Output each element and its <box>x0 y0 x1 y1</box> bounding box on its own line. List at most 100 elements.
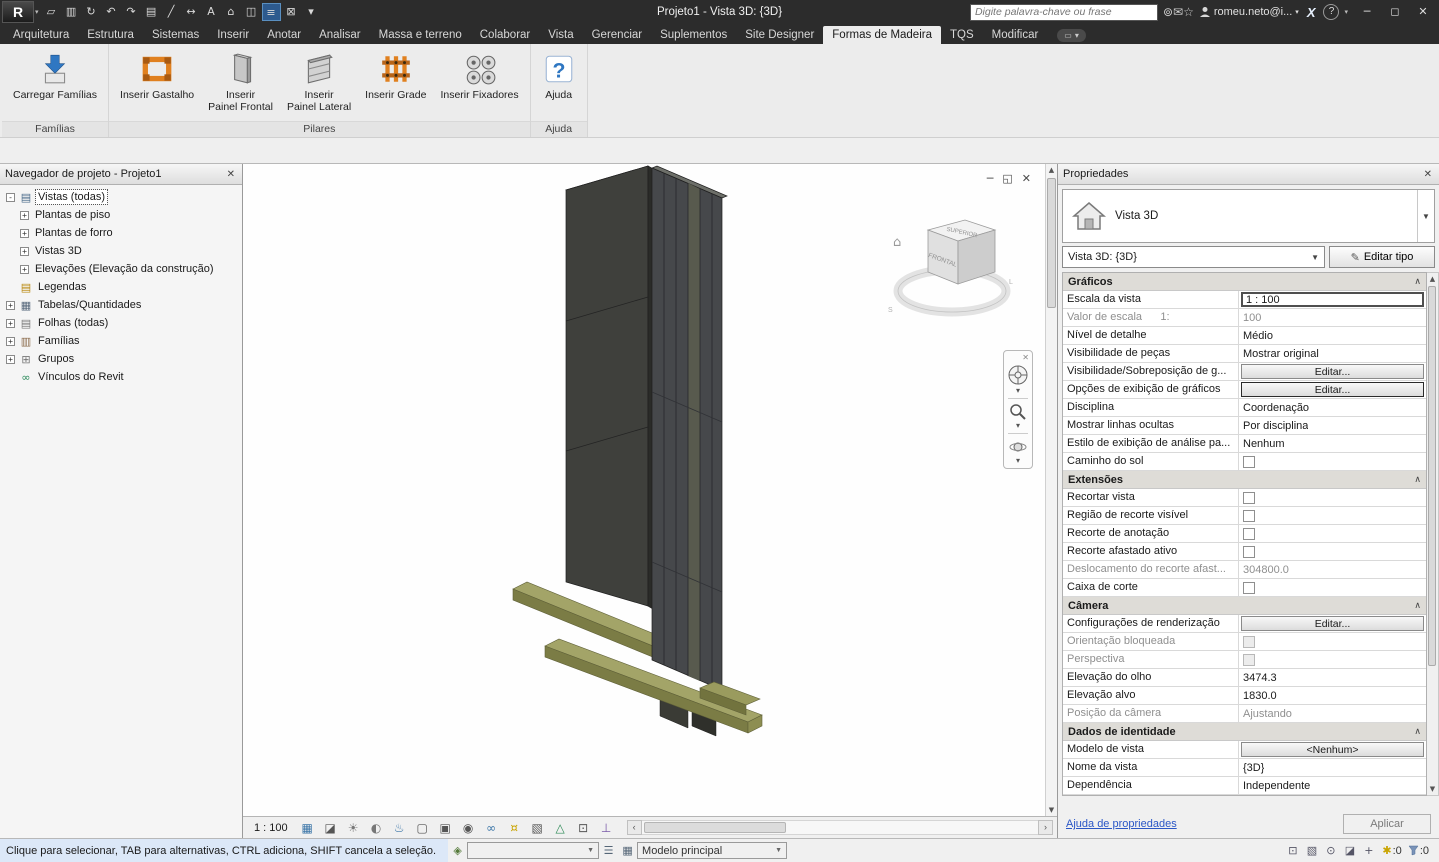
wheel-dropdown-icon[interactable]: ▾ <box>1016 387 1020 395</box>
filter-count-badge[interactable]: :0 <box>1408 845 1429 857</box>
design-options-icon[interactable]: ▦ <box>618 844 637 857</box>
close-icon[interactable]: ✕ <box>1422 169 1434 180</box>
aligned-dimension-icon[interactable]: ↔ <box>182 3 201 21</box>
help-icon[interactable]: ? <box>1323 4 1340 20</box>
shadows-icon[interactable]: ◐ <box>366 819 387 837</box>
selection-count-badge[interactable]: ✱ :0 <box>1382 844 1401 857</box>
checkbox[interactable] <box>1243 581 1255 594</box>
ribbon-tab-formas-de-madeira[interactable]: Formas de Madeira <box>823 26 941 44</box>
select-underlay-elements-icon[interactable]: ▧ <box>1302 844 1321 857</box>
favorites-icon[interactable]: ☆ <box>1183 5 1194 19</box>
design-options-combo[interactable]: Modelo principal ▼ <box>637 842 788 859</box>
section-header[interactable]: Dados de identidade ∧ <box>1063 723 1426 741</box>
tree-expander-icon[interactable]: + <box>20 246 29 256</box>
type-selector[interactable]: Vista 3D ▼ <box>1062 189 1435 243</box>
visual-style-icon[interactable]: ◪ <box>320 819 341 837</box>
view-close-button[interactable]: ✕ <box>1022 172 1031 185</box>
revit-logo[interactable]: R <box>2 1 34 23</box>
redo-icon[interactable]: ↷ <box>122 3 141 21</box>
value-text[interactable]: Coordenação <box>1241 402 1309 414</box>
show-rendering-dialog-icon[interactable]: ♨ <box>389 819 410 837</box>
checkbox[interactable] <box>1243 509 1255 522</box>
tree-expander-icon[interactable]: + <box>6 318 15 328</box>
inserir-painel-lateral-button[interactable]: Inserir Painel Lateral <box>281 46 357 116</box>
ajuda-button[interactable]: ? Ajuda <box>536 46 582 104</box>
edit-type-button[interactable]: ✎ Editar tipo <box>1329 246 1435 268</box>
tree-item[interactable]: + ▤ Folhas (todas) <box>0 314 242 332</box>
zoom-dropdown-icon[interactable]: ▾ <box>1016 422 1020 430</box>
tree-expander-icon[interactable]: - <box>6 192 15 202</box>
ribbon-tab-estrutura[interactable]: Estrutura <box>78 26 143 44</box>
view-minimize-button[interactable]: ─ <box>987 172 994 185</box>
scrollbar-thumb[interactable] <box>643 822 787 833</box>
scroll-right-icon[interactable]: › <box>1038 820 1053 835</box>
help-dropdown-icon[interactable]: ▾ <box>1344 8 1348 16</box>
crop-view-icon[interactable]: ▢ <box>412 819 433 837</box>
reveal-hidden-elements-icon[interactable]: ¤ <box>504 819 525 837</box>
worksets-icon[interactable]: ◈ <box>448 844 467 857</box>
value-text[interactable]: 3474.3 <box>1241 672 1277 684</box>
edit-button[interactable]: Editar... <box>1241 364 1424 379</box>
value-dropdown[interactable]: 1 : 100 <box>1241 292 1424 307</box>
properties-help-link[interactable]: Ajuda de propriedades <box>1066 818 1177 830</box>
view-canvas[interactable]: ⌂ S L SUPERIOR FRONTAL ─ ◱ ✕ ✕ ▾ ▾ ▾ ▲ ▼ <box>243 164 1057 816</box>
section-header[interactable]: Gráficos ∧ <box>1063 273 1426 291</box>
scrollbar-thumb[interactable] <box>1428 286 1436 666</box>
viewcube-home-icon[interactable]: ⌂ <box>893 235 901 250</box>
orbit-icon[interactable] <box>1009 438 1027 456</box>
communication-center-icon[interactable]: ✉ <box>1173 5 1183 19</box>
tree-item[interactable]: + Vistas 3D <box>0 242 242 260</box>
value-text[interactable]: 1830.0 <box>1241 690 1277 702</box>
ribbon-tab-analisar[interactable]: Analisar <box>310 26 370 44</box>
ribbon-tab-site-designer[interactable]: Site Designer <box>736 26 823 44</box>
worksets-combo[interactable]: ▼ <box>467 842 600 859</box>
carregar-familias-button[interactable]: Carregar Famílias <box>7 46 103 104</box>
ribbon-tab-inserir[interactable]: Inserir <box>208 26 258 44</box>
project-browser-header[interactable]: Navegador de projeto - Projeto1 ✕ <box>0 164 242 185</box>
value-text[interactable]: Mostrar original <box>1241 348 1319 360</box>
tree-item[interactable]: ∞ Vínculos do Revit <box>0 368 242 386</box>
sun-path-icon[interactable]: ☀ <box>343 819 364 837</box>
apply-button[interactable]: Aplicar <box>1343 814 1431 834</box>
tree-item[interactable]: + Elevações (Elevação da construção) <box>0 260 242 278</box>
close-icon[interactable]: ✕ <box>225 169 237 180</box>
navbar-close-icon[interactable]: ✕ <box>1022 353 1029 362</box>
scroll-up-icon[interactable]: ▲ <box>1046 164 1057 176</box>
value-text[interactable]: 304800.0 <box>1241 564 1289 576</box>
inserir-fixadores-button[interactable]: Inserir Fixadores <box>434 46 524 104</box>
tree-expander-icon[interactable]: + <box>6 354 15 364</box>
viewcube[interactable]: ⌂ S L SUPERIOR FRONTAL <box>888 219 1013 317</box>
value-text[interactable]: Independente <box>1241 780 1310 792</box>
checkbox[interactable] <box>1243 545 1255 558</box>
tree-expander-icon[interactable]: + <box>6 300 15 310</box>
ribbon-tab-suplementos[interactable]: Suplementos <box>651 26 736 44</box>
switch-windows-icon[interactable]: ▾ <box>302 3 321 21</box>
tree-item[interactable]: + Plantas de forro <box>0 224 242 242</box>
select-elements-by-face-icon[interactable]: ◪ <box>1340 844 1359 857</box>
inserir-painel-frontal-button[interactable]: Inserir Painel Frontal <box>202 46 279 116</box>
highlight-displacement-sets-icon[interactable]: ⊡ <box>573 819 594 837</box>
scroll-up-icon[interactable]: ▲ <box>1427 273 1438 285</box>
select-links-icon[interactable]: ⊡ <box>1283 844 1302 857</box>
tree-item[interactable]: + ▦ Tabelas/Quantidades <box>0 296 242 314</box>
instance-selector-combo[interactable]: Vista 3D: {3D} ▼ <box>1062 246 1325 268</box>
ribbon-display-toggle[interactable]: ▭ ▾ <box>1057 29 1086 42</box>
tree-item[interactable]: + Plantas de piso <box>0 206 242 224</box>
tree-expander-icon[interactable]: + <box>20 228 29 238</box>
scroll-down-icon[interactable]: ▼ <box>1046 804 1057 816</box>
app-menu-dropdown-icon[interactable]: ▾ <box>35 8 39 16</box>
save-icon[interactable]: ▥ <box>62 3 81 21</box>
editing-requests-icon[interactable]: ☰ <box>599 844 618 857</box>
tree-item[interactable]: ▤ Legendas <box>0 278 242 296</box>
inserir-gastalho-button[interactable]: Inserir Gastalho <box>114 46 200 104</box>
orbit-dropdown-icon[interactable]: ▾ <box>1016 457 1020 465</box>
ribbon-tab-colaborar[interactable]: Colaborar <box>471 26 540 44</box>
tree-expander-icon[interactable]: + <box>20 264 29 274</box>
3d-model-formwork[interactable]: ⌂ S L SUPERIOR FRONTAL <box>243 164 1057 816</box>
view-scale-button[interactable]: 1 : 100 <box>247 822 295 834</box>
section-icon[interactable]: ◫ <box>242 3 261 21</box>
tree-item[interactable]: - ▤ Vistas (todas) <box>0 188 242 206</box>
checkbox[interactable] <box>1243 455 1255 468</box>
chevron-down-icon[interactable]: ▼ <box>1417 190 1434 242</box>
thin-lines-icon[interactable]: ≡ <box>261 3 281 21</box>
